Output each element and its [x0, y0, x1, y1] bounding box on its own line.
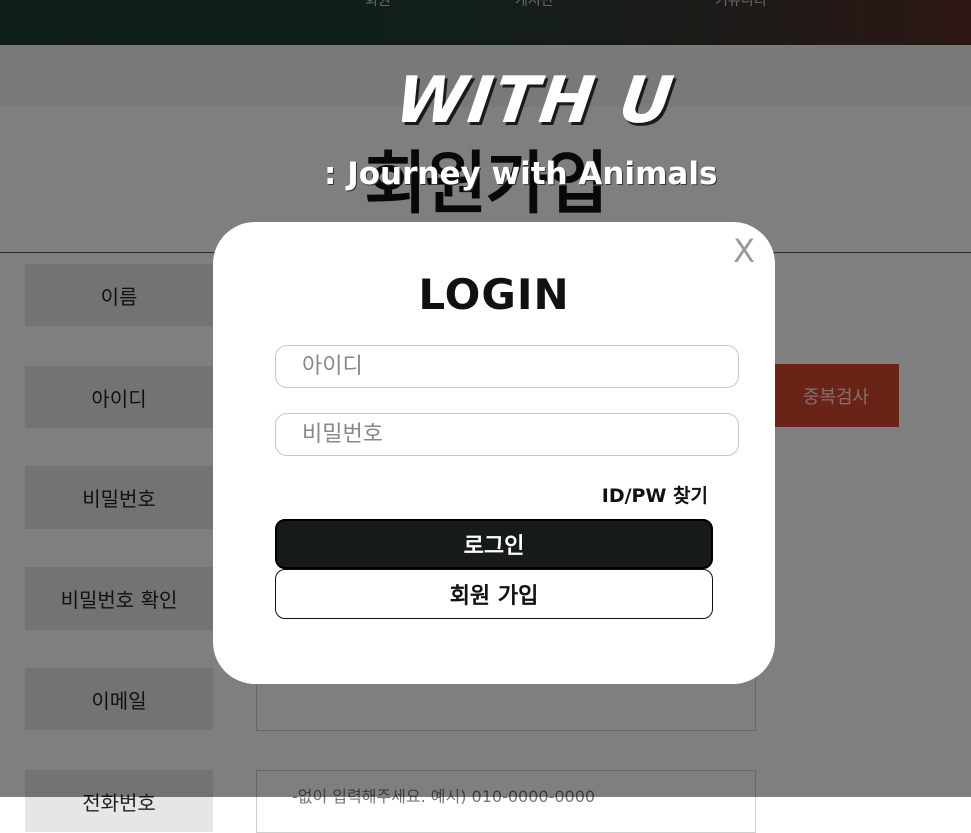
- close-icon[interactable]: X: [733, 232, 755, 270]
- site-logo: WITH U : Journey with Animals: [300, 64, 717, 204]
- logo-tagline: : Journey with Animals: [324, 156, 718, 192]
- find-id-pw-link[interactable]: ID/PW 찾기: [602, 481, 708, 508]
- logo-wordmark: WITH U: [390, 64, 680, 138]
- signup-button[interactable]: 회원 가입: [275, 569, 713, 619]
- login-password-input[interactable]: [275, 413, 739, 456]
- signup-button-label: 회원 가입: [449, 584, 539, 609]
- login-button[interactable]: 로그인: [275, 519, 713, 569]
- login-id-input[interactable]: [275, 345, 739, 388]
- login-modal: X LOGIN ID/PW 찾기 로그인 회원 가입: [213, 222, 775, 684]
- modal-title: LOGIN: [418, 270, 570, 319]
- login-button-label: 로그인: [463, 534, 525, 559]
